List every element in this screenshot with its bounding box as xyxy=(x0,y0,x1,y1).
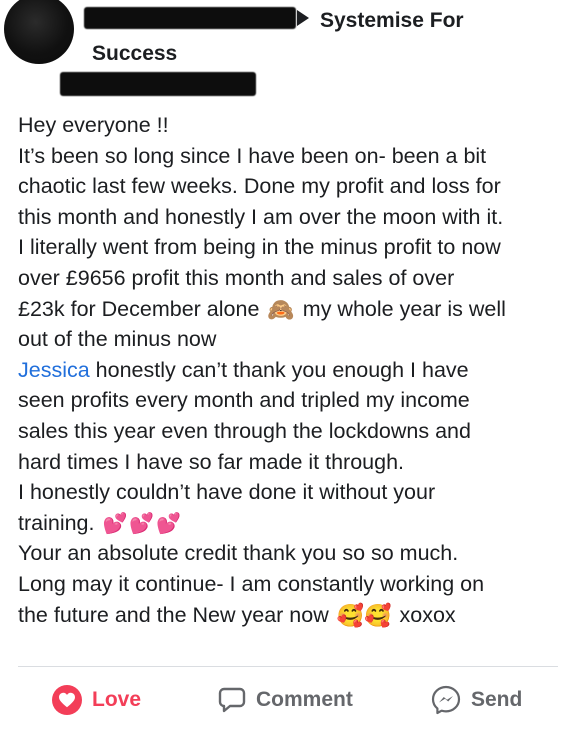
post-line: chaotic last few weeks. Done my profit a… xyxy=(18,174,501,199)
comment-icon xyxy=(218,687,246,713)
post-line: Jessica honestly can’t thank you enough … xyxy=(18,355,558,386)
post-line: the future and the New year now 🥰🥰 xoxox xyxy=(18,600,558,631)
post-line: out of the minus now xyxy=(18,327,217,352)
post-line: £23k for December alone 🙈 my whole year … xyxy=(18,294,558,325)
post-line: training. 💕💕💕 xyxy=(18,508,558,539)
post-line: over £9656 profit this month and sales o… xyxy=(18,265,455,290)
heart-icon xyxy=(52,685,82,715)
post-line-text: xoxox xyxy=(399,602,456,627)
post-line-text: training. xyxy=(18,510,95,535)
smiling-face-hearts-icon: 🥰🥰 xyxy=(336,602,392,628)
messenger-icon xyxy=(431,685,461,715)
post-line: Your an absolute credit thank you so so … xyxy=(18,541,459,566)
post-line: I literally went from being in the minus… xyxy=(18,235,501,260)
comment-button[interactable]: Comment xyxy=(218,678,353,722)
send-label: Send xyxy=(471,688,523,711)
post-line: It’s been so long since I have been on- … xyxy=(18,143,487,168)
send-button[interactable]: Send xyxy=(431,678,522,722)
post-line-text: honestly can’t thank you enough I have xyxy=(89,357,469,382)
avatar[interactable] xyxy=(4,0,74,64)
post-line-text: my whole year is well xyxy=(302,296,506,321)
post-line-text: the future and the New year now xyxy=(18,602,329,627)
love-button[interactable]: Love xyxy=(52,678,141,722)
redacted-post-meta xyxy=(60,72,256,96)
action-bar: Love Comment Send xyxy=(0,678,563,722)
post-line: Long may it continue- I am constantly wo… xyxy=(18,571,485,596)
post-line: I honestly couldn’t have done it without… xyxy=(18,480,436,505)
comment-label: Comment xyxy=(256,688,353,711)
post-line: seen profits every month and tripled my … xyxy=(18,388,470,413)
love-label: Love xyxy=(92,688,142,711)
post-line: this month and honestly I am over the mo… xyxy=(18,204,504,229)
post-text: Hey everyone !! It’s been so long since … xyxy=(18,110,558,630)
two-hearts-icon: 💕💕💕 xyxy=(102,513,184,536)
post-line: sales this year even through the lockdow… xyxy=(18,418,471,443)
arrow-right-icon xyxy=(297,10,309,26)
redacted-author-name xyxy=(84,7,296,29)
post-line: hard times I have so far made it through… xyxy=(18,449,405,474)
group-name[interactable]: Systemise For xyxy=(320,9,464,33)
post-line: Hey everyone !! xyxy=(18,113,169,137)
post-line-text: £23k for December alone xyxy=(18,296,260,321)
mention-link[interactable]: Jessica xyxy=(18,358,90,382)
divider xyxy=(18,666,558,667)
group-name-continued[interactable]: Success xyxy=(92,42,177,66)
see-no-evil-monkey-icon: 🙈 xyxy=(267,296,295,322)
